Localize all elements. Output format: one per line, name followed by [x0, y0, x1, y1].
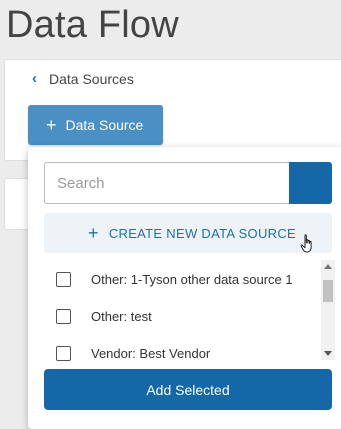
search-input[interactable] — [44, 162, 289, 204]
list-item[interactable]: Other: 1-Tyson other data source 1 — [44, 261, 332, 298]
add-data-source-button[interactable]: + Data Source — [28, 105, 163, 145]
add-selected-button[interactable]: Add Selected — [44, 369, 332, 410]
data-source-list: Other: 1-Tyson other data source 1 Other… — [44, 258, 332, 362]
create-new-label: CREATE NEW DATA SOURCE — [108, 225, 296, 241]
hand-pointer-icon — [300, 234, 316, 257]
plus-icon: + — [46, 114, 57, 135]
plus-icon: + — [88, 222, 99, 243]
scroll-down-arrow-icon[interactable] — [324, 351, 332, 356]
list-item[interactable]: Other: test — [44, 298, 332, 335]
item-checkbox[interactable] — [56, 309, 71, 324]
list-scrollbar[interactable] — [321, 260, 335, 360]
back-to-data-sources-link[interactable]: ‹ Data Sources — [32, 70, 134, 87]
data-source-dropdown: + CREATE NEW DATA SOURCE Other: 1-Tyson … — [28, 147, 341, 429]
item-label: Other: test — [91, 309, 152, 324]
item-checkbox[interactable] — [56, 272, 71, 287]
create-new-data-source-button[interactable]: + CREATE NEW DATA SOURCE — [44, 213, 332, 253]
back-link-label: Data Sources — [49, 70, 134, 87]
page-title: Data Flow — [6, 4, 179, 46]
list-item[interactable]: Vendor: Best Vendor — [44, 335, 332, 362]
item-checkbox[interactable] — [56, 346, 71, 361]
chevron-left-icon: ‹ — [32, 70, 37, 87]
item-label: Other: 1-Tyson other data source 1 — [91, 272, 293, 287]
add-data-source-label: Data Source — [65, 117, 144, 133]
scroll-up-arrow-icon[interactable] — [324, 264, 332, 269]
search-bar — [44, 162, 332, 204]
item-label: Vendor: Best Vendor — [91, 346, 211, 361]
search-button[interactable] — [289, 162, 332, 204]
scrollbar-thumb[interactable] — [323, 280, 333, 302]
